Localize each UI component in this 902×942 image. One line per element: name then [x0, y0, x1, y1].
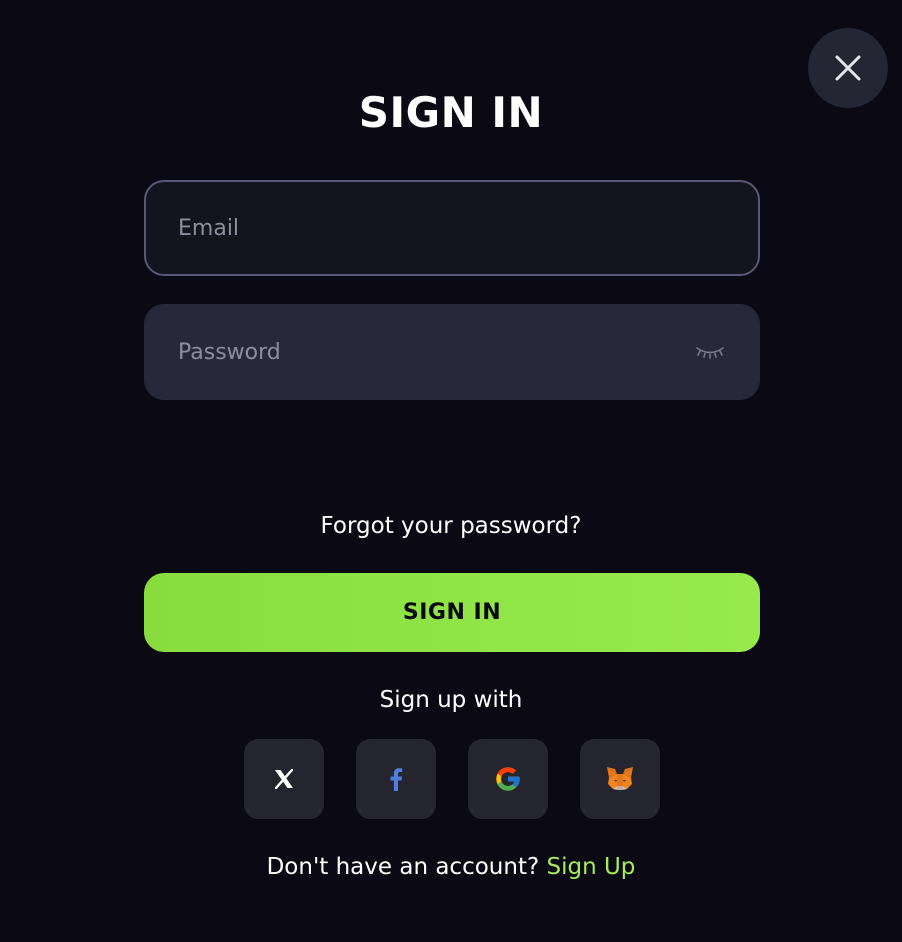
- metamask-signup-button[interactable]: [580, 739, 660, 819]
- x-logo-icon: [274, 768, 294, 790]
- email-field-wrapper: [144, 180, 760, 276]
- page-title: SIGN IN: [358, 88, 544, 137]
- sign-up-link[interactable]: Sign Up: [546, 854, 635, 880]
- signup-prompt: Don't have an account? Sign Up: [0, 849, 902, 885]
- facebook-icon: [390, 768, 403, 791]
- password-field[interactable]: [178, 339, 694, 365]
- email-field[interactable]: [178, 215, 726, 241]
- eye-closed-icon: [696, 347, 724, 359]
- x-signup-button[interactable]: [244, 739, 324, 819]
- forgot-password-link[interactable]: Forgot your password?: [0, 508, 902, 544]
- password-visibility-toggle[interactable]: [694, 342, 726, 362]
- social-heading: Sign up with: [379, 687, 523, 713]
- metamask-fox-icon: [607, 767, 633, 792]
- facebook-signup-button[interactable]: [356, 739, 436, 819]
- google-signup-button[interactable]: [468, 739, 548, 819]
- signup-prompt-text: Don't have an account?: [266, 854, 540, 880]
- close-icon: [835, 55, 861, 81]
- google-icon: [496, 767, 520, 791]
- password-field-wrapper: [144, 304, 760, 400]
- sign-in-button[interactable]: SIGN IN: [144, 573, 760, 652]
